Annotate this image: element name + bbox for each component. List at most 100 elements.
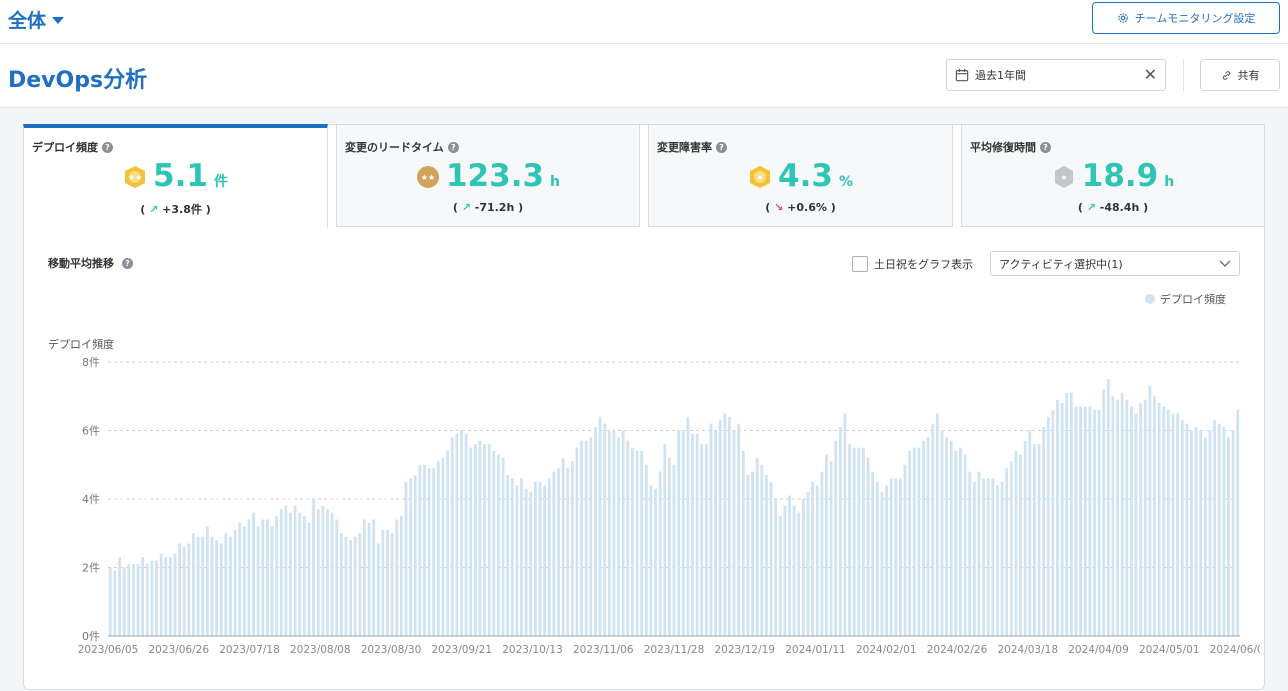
bar: [1134, 413, 1138, 636]
help-icon[interactable]: ?: [716, 141, 727, 153]
bar: [192, 533, 195, 636]
bar: [219, 543, 223, 636]
bar: [358, 533, 362, 636]
bar: [575, 447, 579, 636]
bar: [1014, 451, 1018, 636]
tab-title: 変更のリードタイム?: [345, 139, 459, 155]
x-tick-label: 2023/06/26: [148, 644, 209, 656]
bar: [270, 526, 274, 636]
bar: [1056, 399, 1059, 636]
x-tick-label: 2023/06/05: [78, 644, 139, 656]
x-tick-label: 2023/10/13: [502, 644, 563, 656]
x-tick-label: 2024/02/26: [927, 644, 988, 656]
bar: [709, 423, 713, 636]
bar: [765, 475, 768, 636]
metric-value-row: ★★ 123.3 h: [337, 161, 639, 192]
bar: [210, 536, 214, 636]
bar: [1171, 413, 1175, 636]
bar: [349, 540, 352, 636]
weekend-toggle[interactable]: 土日祝をグラフ表示: [852, 256, 973, 272]
x-tick-label: 2023/08/08: [290, 644, 351, 656]
bar: [589, 437, 593, 636]
tab-title-text: 平均修復時間: [970, 141, 1036, 154]
bar: [963, 454, 967, 636]
bar: [372, 519, 376, 636]
bar: [552, 471, 556, 636]
bar: [695, 433, 699, 636]
bar: [732, 430, 736, 636]
bar: [644, 464, 648, 636]
bar: [215, 540, 218, 636]
weekend-checkbox[interactable]: [852, 256, 868, 272]
bar: [326, 509, 329, 636]
bar: [700, 444, 704, 636]
help-icon[interactable]: ?: [1040, 141, 1051, 153]
bar: [945, 437, 948, 636]
bar: [949, 440, 953, 636]
bar: [783, 505, 787, 636]
bar: [386, 529, 389, 636]
bar: [497, 454, 500, 636]
bar: [617, 437, 620, 636]
tab-lead-time[interactable]: 変更のリードタイム? ★★ 123.3 h ( ↗ -71.2h ): [336, 124, 640, 227]
metric-value: 5.1: [153, 158, 208, 194]
date-range-input[interactable]: 過去1年間 ✕: [946, 59, 1166, 91]
bar: [718, 420, 722, 636]
bar: [1042, 427, 1046, 636]
bar: [1130, 406, 1133, 636]
bar: [390, 533, 394, 636]
bar: [182, 546, 186, 636]
bar: [363, 519, 366, 636]
bar: [1180, 420, 1184, 636]
bar: [635, 451, 639, 636]
bar: [413, 475, 417, 636]
metric-delta: ( ↗ -48.4h ): [1077, 201, 1149, 214]
gear-icon: [1117, 13, 1128, 23]
tab-change-failure-rate[interactable]: 変更障害率? ★ 4.3 % ( ↘ +0.6% ): [648, 124, 953, 227]
bar: [1028, 430, 1032, 636]
help-icon[interactable]: ?: [102, 141, 113, 153]
section-title-text: 移動平均推移: [48, 257, 114, 270]
bar: [1231, 430, 1235, 636]
team-monitoring-settings-button[interactable]: チームモニタリング設定: [1092, 2, 1280, 34]
tab-deploy-frequency[interactable]: デプロイ頻度? ★★ 5.1 件 ( ↗ +3.8件 ): [23, 124, 328, 228]
bar: [1213, 420, 1216, 636]
metric-value-row: ★★ 5.1 件: [24, 161, 327, 192]
bar: [612, 430, 616, 636]
bar: [746, 475, 750, 636]
x-tick-label: 2023/11/28: [644, 644, 705, 656]
bar: [940, 430, 944, 636]
bar: [1060, 403, 1064, 636]
clear-icon[interactable]: ✕: [1144, 67, 1157, 83]
bar: [723, 413, 727, 636]
bar: [436, 461, 440, 636]
bar: [825, 454, 828, 636]
metric-unit: h: [550, 174, 561, 190]
bar: [510, 478, 514, 636]
bar: [247, 519, 251, 636]
bar: [594, 427, 597, 636]
tab-title-text: 変更のリードタイム: [345, 141, 444, 154]
bar: [1143, 399, 1147, 636]
share-button[interactable]: 共有: [1200, 59, 1280, 91]
bar: [367, 522, 371, 636]
bar: [1194, 427, 1198, 636]
bar: [996, 485, 999, 636]
metric-value-row: ★ 4.3 %: [649, 161, 952, 192]
bar: [118, 557, 121, 636]
activity-select[interactable]: アクティビティ選択中(1): [990, 251, 1240, 276]
scope-selector[interactable]: 全体: [8, 6, 65, 33]
x-tick-label: 2024/06/04: [1210, 644, 1260, 656]
tab-title: デプロイ頻度?: [32, 139, 113, 155]
tab-mean-time-to-recovery[interactable]: 平均修復時間? ★ 18.9 h ( ↗ -48.4h ): [961, 124, 1265, 227]
bar: [404, 481, 408, 636]
bar: [302, 516, 306, 636]
bar: [631, 447, 634, 636]
metric-delta: ( ↗ +3.8件 ): [140, 203, 211, 216]
help-icon[interactable]: ?: [447, 141, 459, 153]
bar: [266, 519, 269, 636]
bar: [196, 536, 200, 636]
bar: [815, 485, 819, 636]
bar: [312, 499, 315, 636]
help-icon[interactable]: ?: [122, 257, 133, 269]
